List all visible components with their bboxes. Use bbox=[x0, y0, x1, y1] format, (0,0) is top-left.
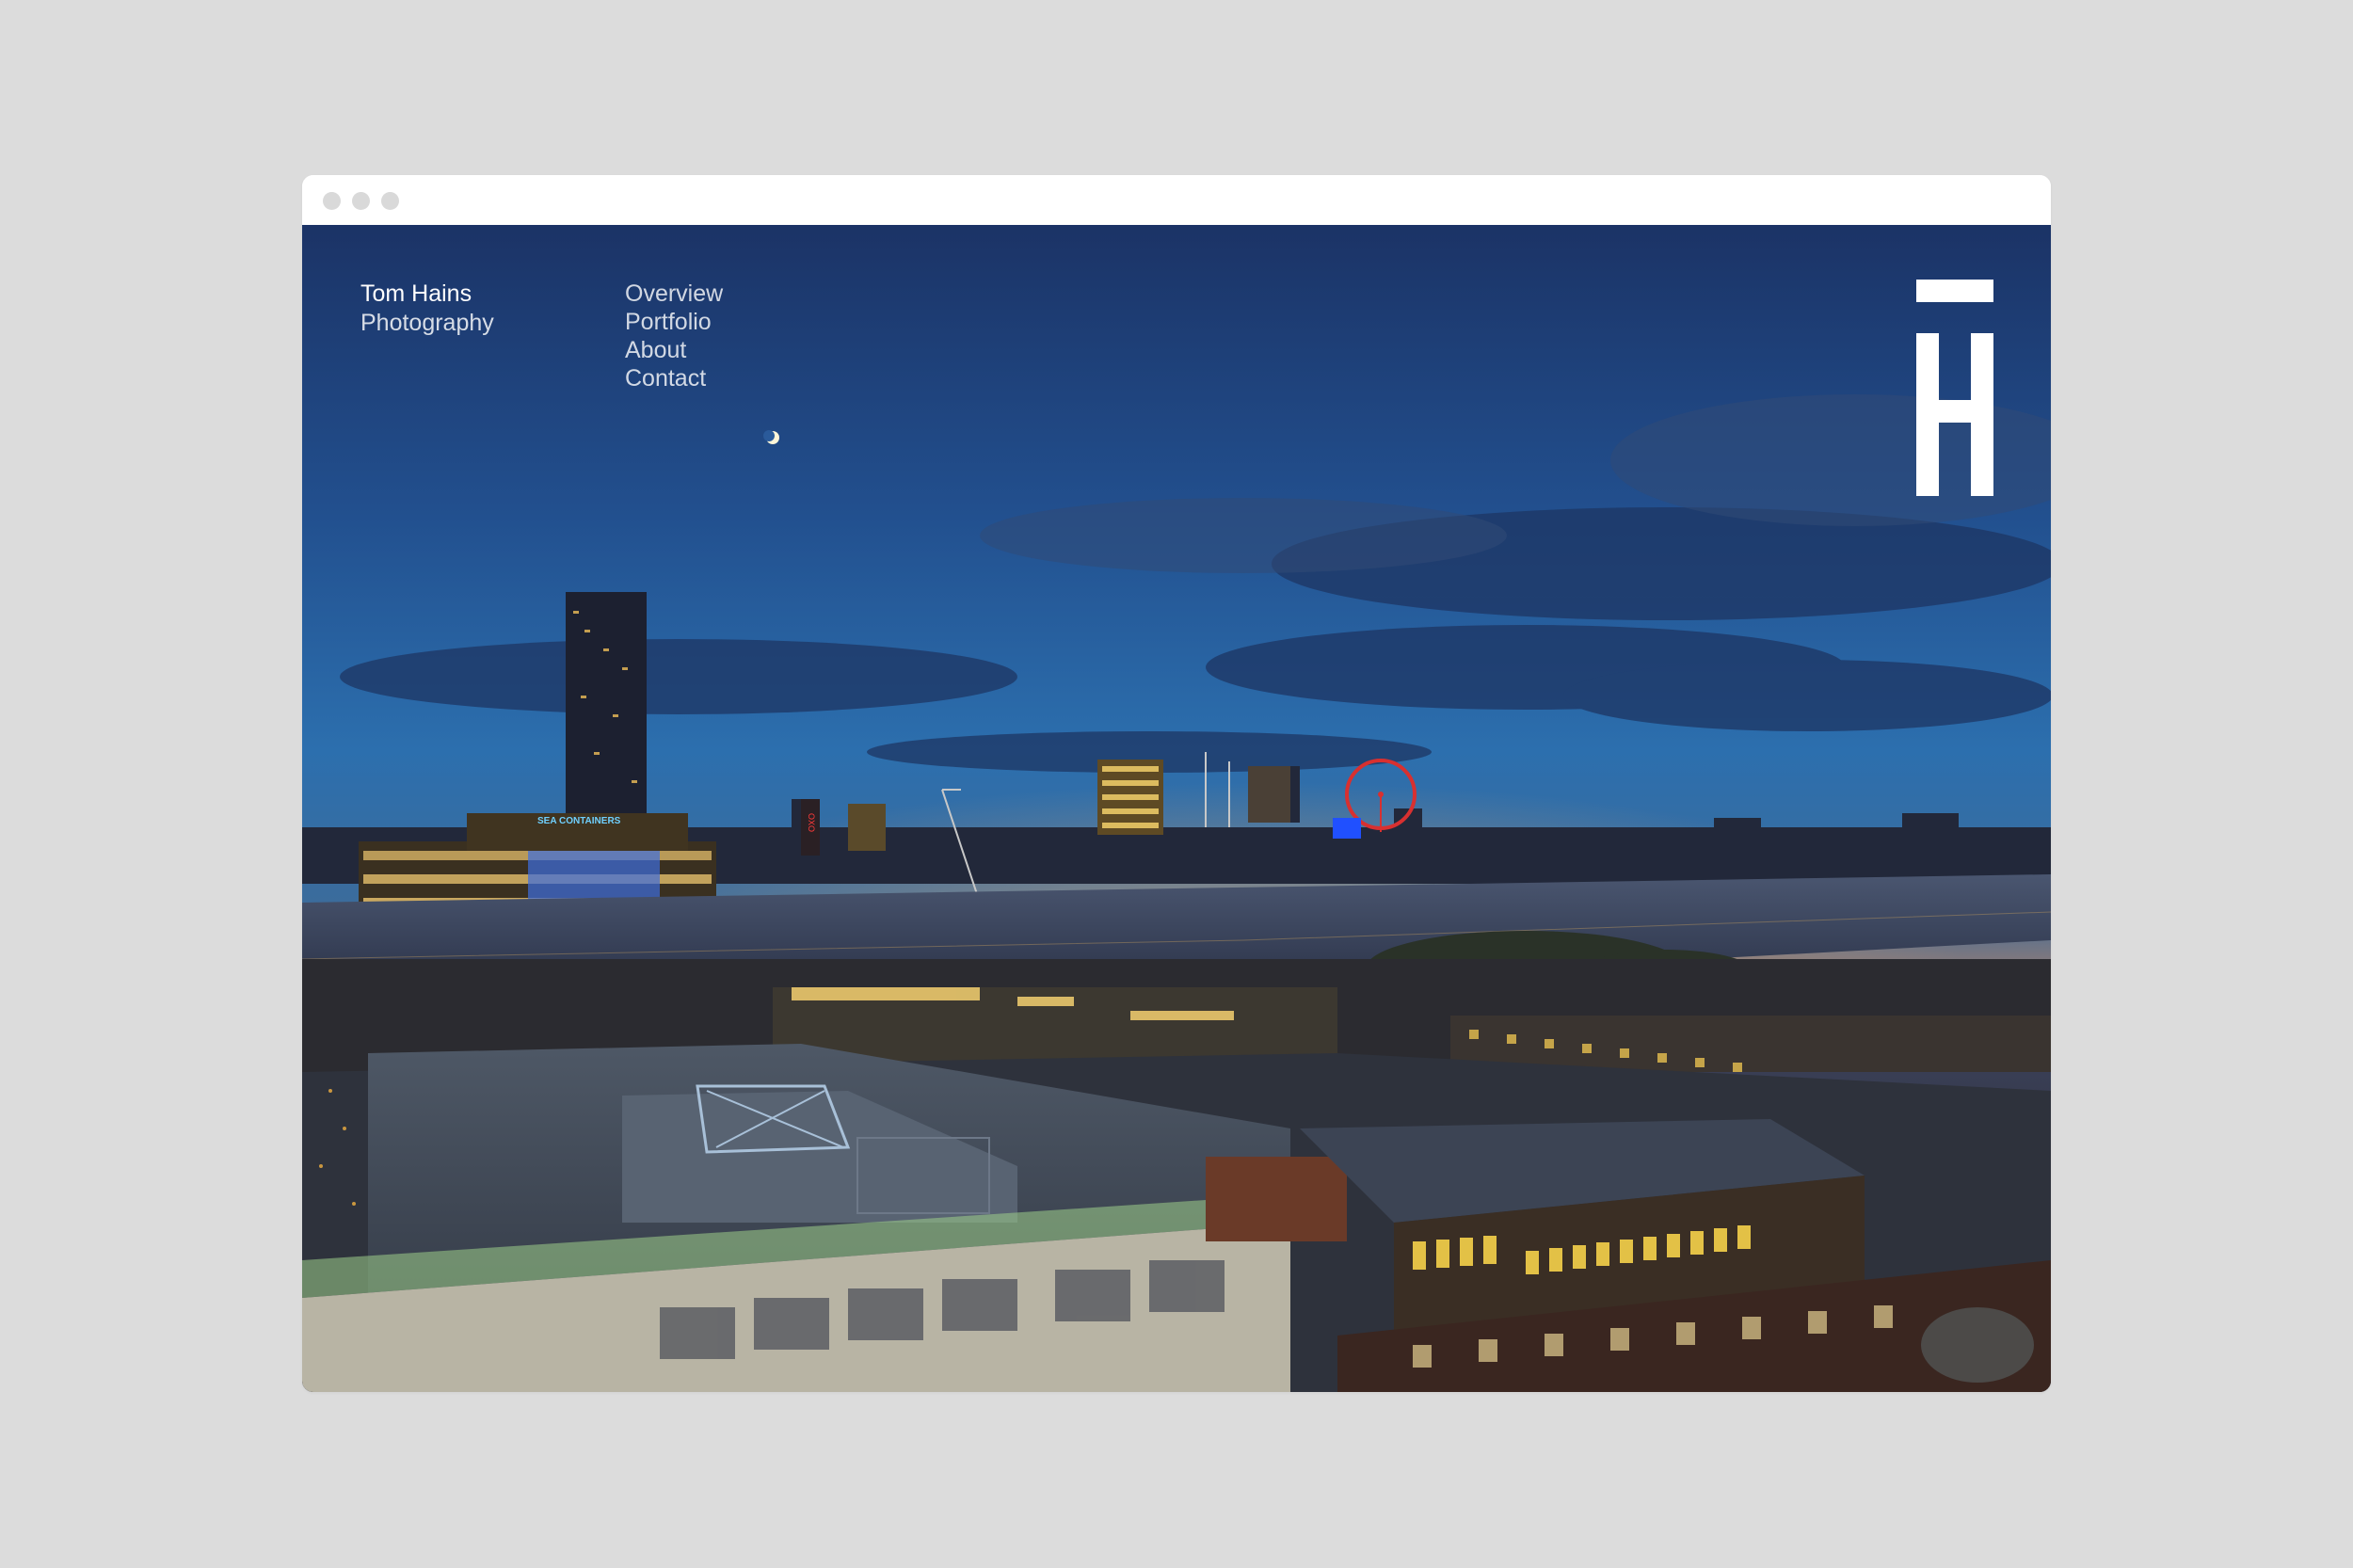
h-monogram-icon[interactable] bbox=[1916, 280, 1993, 496]
oxo-sign: OXO bbox=[807, 813, 816, 832]
sea-containers-sign: SEA CONTAINERS bbox=[537, 816, 621, 826]
brand-name[interactable]: Tom Hains bbox=[360, 280, 494, 309]
window-dot-minimize[interactable] bbox=[352, 192, 370, 210]
hero-section: SEA CONTAINERS OXO Tom Hains Photography… bbox=[302, 225, 2051, 1392]
site-brand[interactable]: Tom Hains Photography bbox=[360, 280, 494, 338]
nav-item-overview[interactable]: Overview bbox=[625, 280, 723, 308]
nav-item-contact[interactable]: Contact bbox=[625, 364, 723, 392]
window-dot-close[interactable] bbox=[323, 192, 341, 210]
nav-item-about[interactable]: About bbox=[625, 336, 723, 364]
brand-tagline: Photography bbox=[360, 310, 494, 336]
browser-window: SEA CONTAINERS OXO Tom Hains Photography… bbox=[302, 175, 2051, 1392]
hero-skyline-photo: SEA CONTAINERS OXO bbox=[302, 225, 2051, 1392]
main-nav: Overview Portfolio About Contact bbox=[625, 280, 723, 392]
nav-item-portfolio[interactable]: Portfolio bbox=[625, 308, 723, 336]
window-dot-maximize[interactable] bbox=[381, 192, 399, 210]
window-titlebar bbox=[302, 175, 2051, 225]
